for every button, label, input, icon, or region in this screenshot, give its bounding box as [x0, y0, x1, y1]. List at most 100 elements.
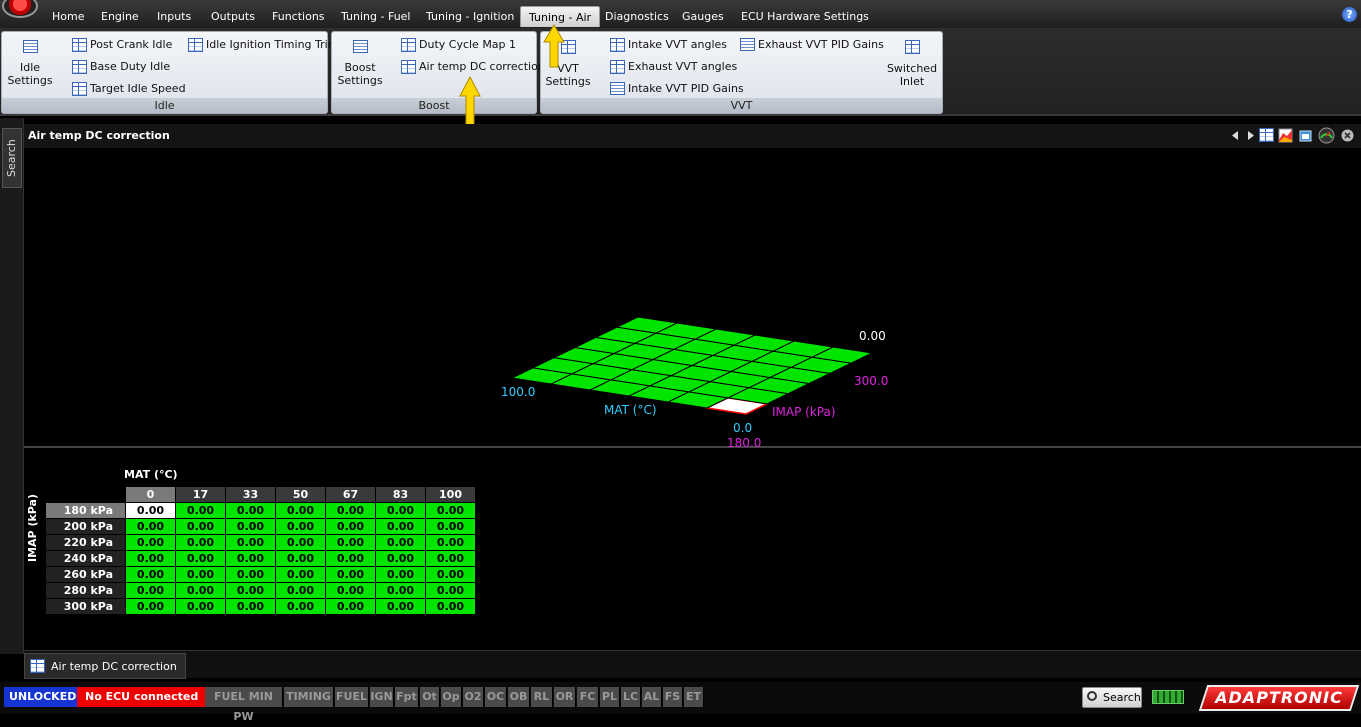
table-cell[interactable]: 0.00 [125, 598, 176, 615]
table-column-header[interactable]: 0 [125, 486, 176, 503]
exhaust-vvt-angles-button[interactable]: Exhaust VVT angles [608, 58, 737, 76]
table-cell[interactable]: 0.00 [175, 534, 226, 551]
idle-ignition-timing-trim-button[interactable]: Idle Ignition Timing Trim [186, 36, 338, 54]
idle-settings-button[interactable]: Idle Settings [6, 36, 54, 87]
table-cell[interactable]: 0.00 [275, 550, 326, 567]
target-idle-speed-button[interactable]: Target Idle Speed [70, 80, 186, 98]
table-cell[interactable]: 0.00 [225, 518, 276, 535]
tab-engine[interactable]: Engine [93, 6, 147, 27]
table-cell[interactable]: 0.00 [225, 550, 276, 567]
table-cell[interactable]: 0.00 [325, 566, 376, 583]
app-logo-icon[interactable] [2, 0, 38, 18]
table-cell[interactable]: 0.00 [225, 502, 276, 519]
close-icon[interactable] [1341, 129, 1354, 142]
post-crank-idle-button[interactable]: Post Crank Idle [70, 36, 172, 54]
table-cell[interactable]: 0.00 [325, 534, 376, 551]
table-cell[interactable]: 0.00 [425, 502, 476, 519]
tab-home[interactable]: Home [44, 6, 92, 27]
table-cell[interactable]: 0.00 [375, 518, 426, 535]
table-cell[interactable]: 0.00 [125, 518, 176, 535]
document-tab-air-temp-dc-correction[interactable]: Air temp DC correction [24, 653, 186, 679]
table-cell[interactable]: 0.00 [325, 518, 376, 535]
tab-inputs[interactable]: Inputs [149, 6, 199, 27]
switched-inlet-button[interactable]: Switched Inlet [885, 36, 939, 88]
table-row-header[interactable]: 180 kPa [45, 502, 126, 519]
search-side-tab[interactable]: Search [2, 128, 22, 188]
intake-vvt-pid-gains-button[interactable]: Intake VVT PID Gains [608, 80, 744, 98]
tab-outputs[interactable]: Outputs [203, 6, 263, 27]
table-cell[interactable]: 0.00 [325, 582, 376, 599]
table-cell[interactable]: 0.00 [275, 534, 326, 551]
next-icon[interactable] [1243, 128, 1258, 143]
map-table[interactable]: 0 17 33 50 67 83 100 180 kPa 0.00 0.00 0.00 0.00 0.… [45, 486, 476, 615]
table-cell[interactable]: 0.00 [175, 502, 226, 519]
table-cell[interactable]: 0.00 [275, 598, 326, 615]
search-button[interactable]: Search [1082, 687, 1142, 708]
surface-graph[interactable]: 0.00 100.0 MAT (°C) 0.0 IMAP (kPa) 300.0… [24, 150, 1361, 450]
table-cell[interactable]: 0.00 [125, 550, 176, 567]
table-cell[interactable]: 0.00 [375, 566, 426, 583]
table-row-header[interactable]: 200 kPa [45, 518, 126, 535]
table-cell[interactable]: 0.00 [275, 582, 326, 599]
table-cell[interactable]: 0.00 [375, 534, 426, 551]
table-row-header[interactable]: 280 kPa [45, 582, 126, 599]
table-cell[interactable]: 0.00 [425, 534, 476, 551]
base-duty-idle-button[interactable]: Base Duty Idle [70, 58, 170, 76]
table-cell[interactable]: 0.00 [425, 598, 476, 615]
table-cell[interactable]: 0.00 [425, 518, 476, 535]
intake-vvt-angles-button[interactable]: Intake VVT angles [608, 36, 727, 54]
table-column-header[interactable]: 100 [425, 486, 476, 503]
table-cell[interactable]: 0.00 [425, 566, 476, 583]
table-cell[interactable]: 0.00 [125, 534, 176, 551]
table-cell[interactable]: 0.00 [225, 598, 276, 615]
table-cell[interactable]: 0.00 [375, 582, 426, 599]
table-cell[interactable]: 0.00 [175, 518, 226, 535]
table-cell[interactable]: 0.00 [175, 582, 226, 599]
table-cell[interactable]: 0.00 [425, 582, 476, 599]
table-cell[interactable]: 0.00 [225, 582, 276, 599]
window-icon[interactable] [1298, 128, 1313, 143]
table-cell[interactable]: 0.00 [125, 566, 176, 583]
tab-functions[interactable]: Functions [264, 6, 333, 27]
table-cell[interactable]: 0.00 [125, 502, 176, 519]
table-cell[interactable]: 0.00 [275, 502, 326, 519]
tab-tuning-fuel[interactable]: Tuning - Fuel [333, 6, 419, 27]
table-column-header[interactable]: 33 [225, 486, 276, 503]
table-column-header[interactable]: 83 [375, 486, 426, 503]
table-cell[interactable]: 0.00 [325, 550, 376, 567]
tab-ecu-hardware-settings[interactable]: ECU Hardware Settings [733, 6, 877, 27]
table-cell[interactable]: 0.00 [325, 598, 376, 615]
table-column-header[interactable]: 50 [275, 486, 326, 503]
table-cell[interactable]: 0.00 [275, 566, 326, 583]
boost-settings-button[interactable]: Boost Settings [336, 36, 384, 87]
table-cell[interactable]: 0.00 [175, 598, 226, 615]
table-column-header[interactable]: 17 [175, 486, 226, 503]
table-cell[interactable]: 0.00 [225, 534, 276, 551]
table-cell[interactable]: 0.00 [275, 518, 326, 535]
tab-diagnostics[interactable]: Diagnostics [597, 6, 677, 27]
table-row-header[interactable]: 260 kPa [45, 566, 126, 583]
table-column-header[interactable]: 67 [325, 486, 376, 503]
table-cell[interactable]: 0.00 [425, 550, 476, 567]
surface-view-icon[interactable] [1278, 128, 1293, 143]
air-temp-dc-correction-button[interactable]: Air temp DC correction [399, 58, 545, 76]
tab-tuning-ignition[interactable]: Tuning - Ignition [418, 6, 522, 27]
help-icon[interactable]: ? [1342, 7, 1357, 22]
surface-plot[interactable]: 0.00 100.0 MAT (°C) 0.0 IMAP (kPa) 300.0… [24, 150, 1361, 450]
table-cell[interactable]: 0.00 [375, 502, 426, 519]
table-cell[interactable]: 0.00 [375, 598, 426, 615]
table-row-header[interactable]: 300 kPa [45, 598, 126, 615]
previous-icon[interactable] [1228, 128, 1243, 143]
gauge-icon[interactable] [1318, 127, 1335, 144]
table-row-header[interactable]: 240 kPa [45, 550, 126, 567]
table-cell[interactable]: 0.00 [175, 566, 226, 583]
table-cell[interactable]: 0.00 [375, 550, 426, 567]
table-row-header[interactable]: 220 kPa [45, 534, 126, 551]
duty-cycle-map-1-button[interactable]: Duty Cycle Map 1 [399, 36, 516, 54]
table-view-icon[interactable] [1259, 128, 1274, 142]
table-cell[interactable]: 0.00 [125, 582, 176, 599]
table-cell[interactable]: 0.00 [325, 502, 376, 519]
tab-gauges[interactable]: Gauges [674, 6, 732, 27]
exhaust-vvt-pid-gains-button[interactable]: Exhaust VVT PID Gains [738, 36, 884, 54]
table-cell[interactable]: 0.00 [225, 566, 276, 583]
